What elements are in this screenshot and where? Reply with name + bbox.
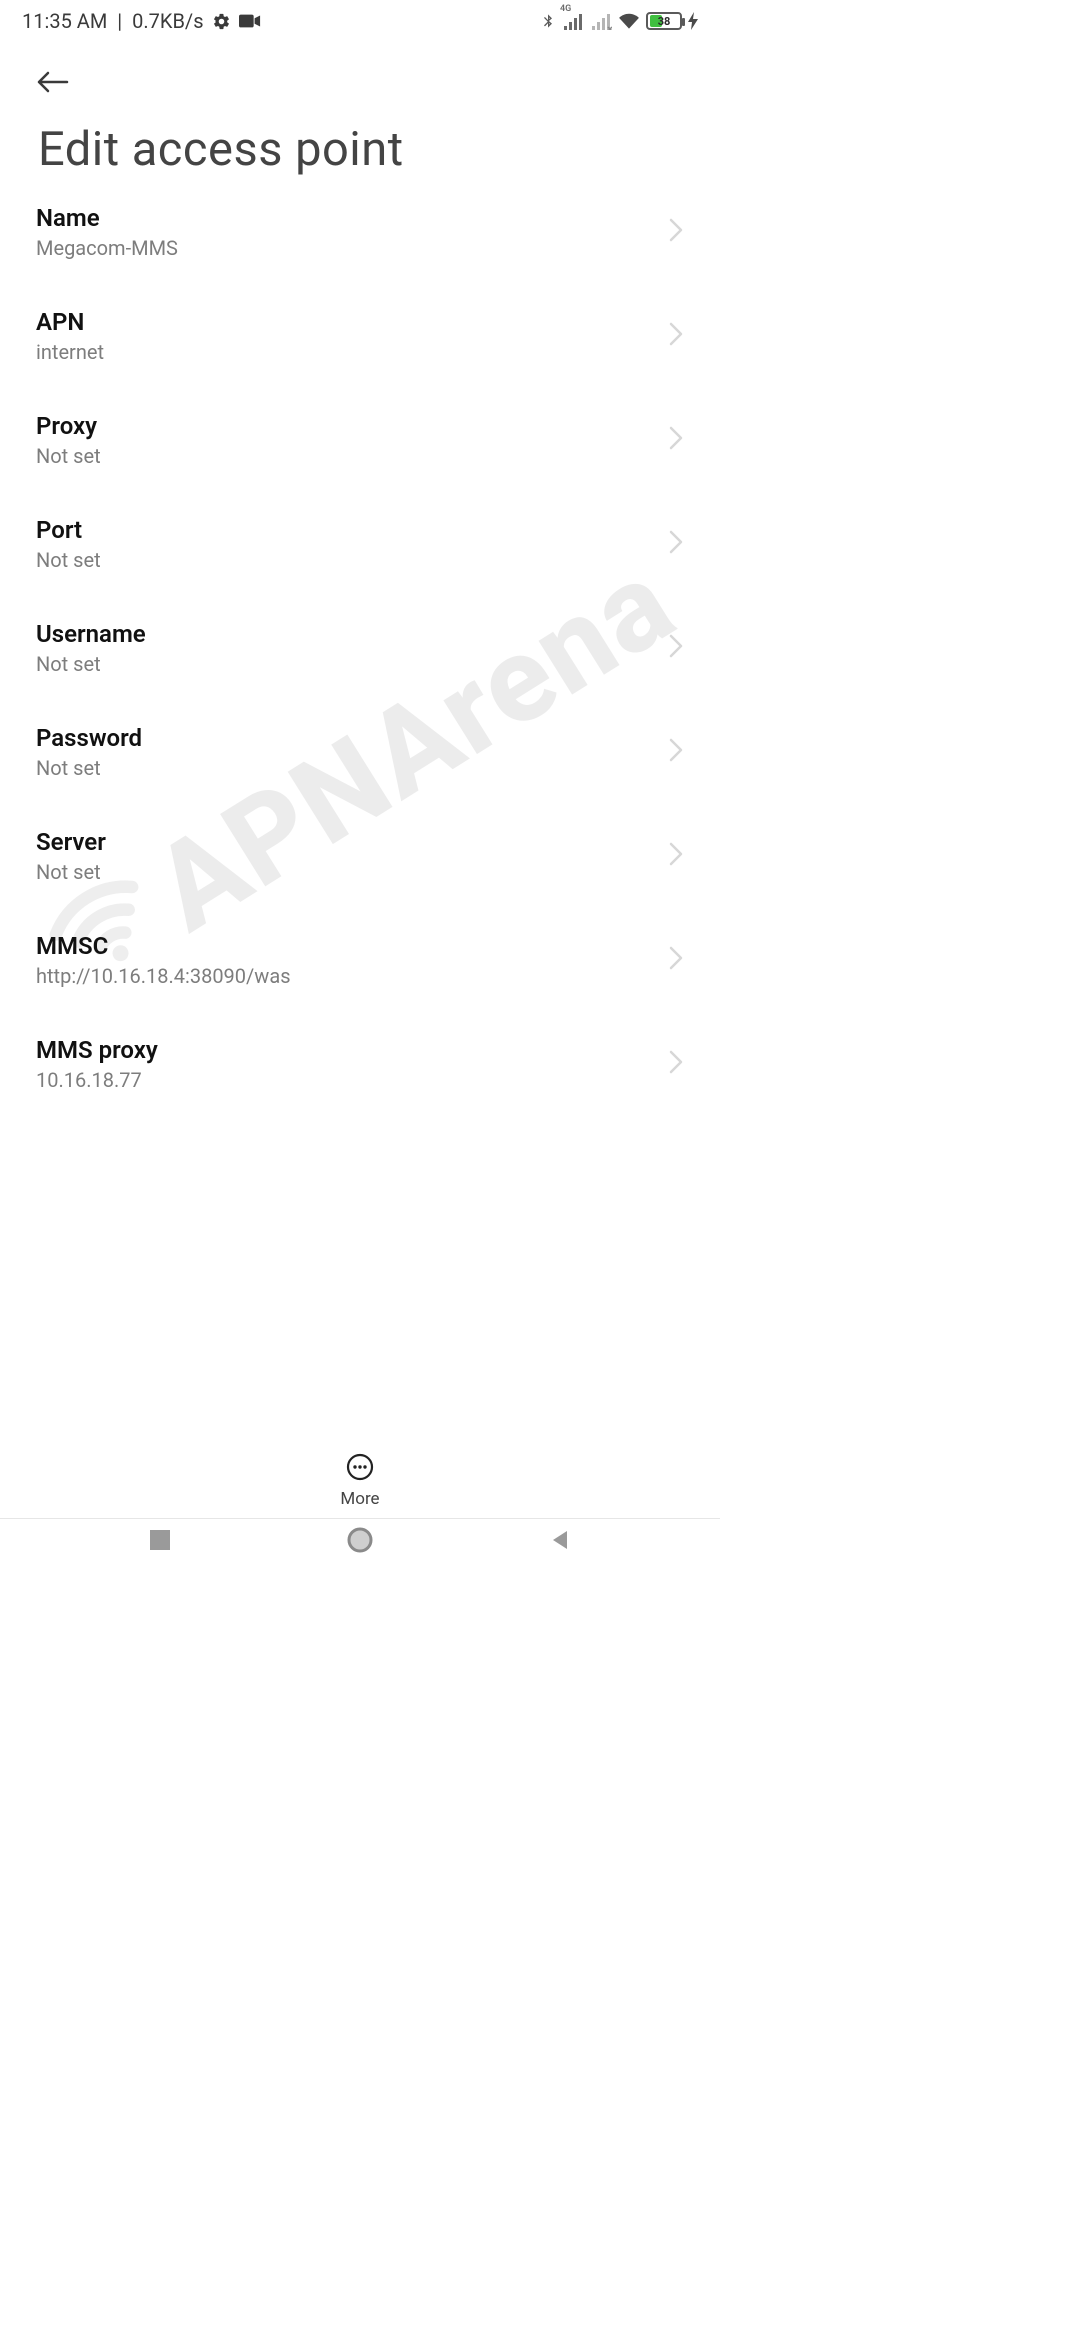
wifi-icon [618,12,640,30]
setting-value: internet [36,340,104,364]
bluetooth-icon [540,11,556,31]
nav-home-button[interactable] [341,1521,379,1559]
back-button[interactable] [30,60,74,104]
setting-value: Not set [36,444,101,468]
status-time: 11:35 AM [22,9,107,33]
chevron-right-icon [668,633,684,663]
page-title: Edit access point [38,122,682,177]
triangle-left-icon [549,1529,571,1551]
nav-recents-button[interactable] [141,1521,179,1559]
status-divider: | [117,9,122,33]
square-icon [150,1530,170,1550]
camera-icon [239,13,261,29]
setting-label: Port [36,516,101,544]
arrow-left-icon [35,70,69,94]
setting-row-port[interactable]: Port Not set [36,492,684,596]
battery-indicator: 38 [646,12,682,30]
status-bar: 11:35 AM | 0.7KB/s 4G 38 [0,0,720,42]
setting-label: APN [36,308,104,336]
setting-value: 10.16.18.77 [36,1068,158,1092]
chevron-right-icon [668,425,684,455]
chevron-right-icon [668,321,684,351]
signal-label: 4G [560,4,571,14]
more-button[interactable]: More [340,1453,379,1509]
setting-label: Username [36,620,146,648]
charging-icon [688,12,698,30]
chevron-right-icon [668,737,684,767]
chevron-right-icon [668,217,684,247]
signal-nosim-icon [590,12,612,30]
setting-label: MMS proxy [36,1036,158,1064]
setting-row-password[interactable]: Password Not set [36,700,684,804]
setting-row-proxy[interactable]: Proxy Not set [36,388,684,492]
setting-row-mmsproxy[interactable]: MMS proxy 10.16.18.77 [36,1012,684,1116]
gear-icon [212,12,231,31]
setting-row-apn[interactable]: APN internet [36,284,684,388]
chevron-right-icon [668,1049,684,1079]
setting-value: Not set [36,548,101,572]
chevron-right-icon [668,841,684,871]
signal-4g-icon: 4G [562,12,584,30]
settings-list: NameMegacom-MMSAPNinternetProxyNot setPo… [0,180,720,1116]
nav-back-button[interactable] [541,1521,579,1559]
setting-value: Megacom-MMS [36,236,178,260]
setting-label: Proxy [36,412,101,440]
setting-label: Server [36,828,106,856]
battery-percent: 38 [648,15,680,28]
setting-row-name[interactable]: Name Megacom-MMS [36,180,684,284]
setting-label: MMSC [36,932,291,960]
setting-label: Password [36,724,142,752]
more-icon [346,1453,374,1485]
setting-value: http://10.16.18.4:38090/was [36,964,291,988]
setting-value: Not set [36,756,142,780]
setting-row-mmsc[interactable]: MMSC http://10.16.18.4:38090/was [36,908,684,1012]
setting-value: Not set [36,860,106,884]
setting-row-server[interactable]: Server Not set [36,804,684,908]
system-navbar [0,1518,720,1560]
bottom-dock: More [0,1442,720,1520]
setting-row-username[interactable]: Username Not set [36,596,684,700]
more-label: More [340,1489,379,1509]
settings-scroll[interactable]: NameMegacom-MMSAPNinternetProxyNot setPo… [0,180,720,1445]
circle-icon [347,1527,373,1553]
chevron-right-icon [668,945,684,975]
chevron-right-icon [668,529,684,559]
status-netspeed: 0.7KB/s [132,9,203,33]
setting-value: Not set [36,652,146,676]
header: Edit access point [0,42,720,177]
setting-label: Name [36,204,178,232]
